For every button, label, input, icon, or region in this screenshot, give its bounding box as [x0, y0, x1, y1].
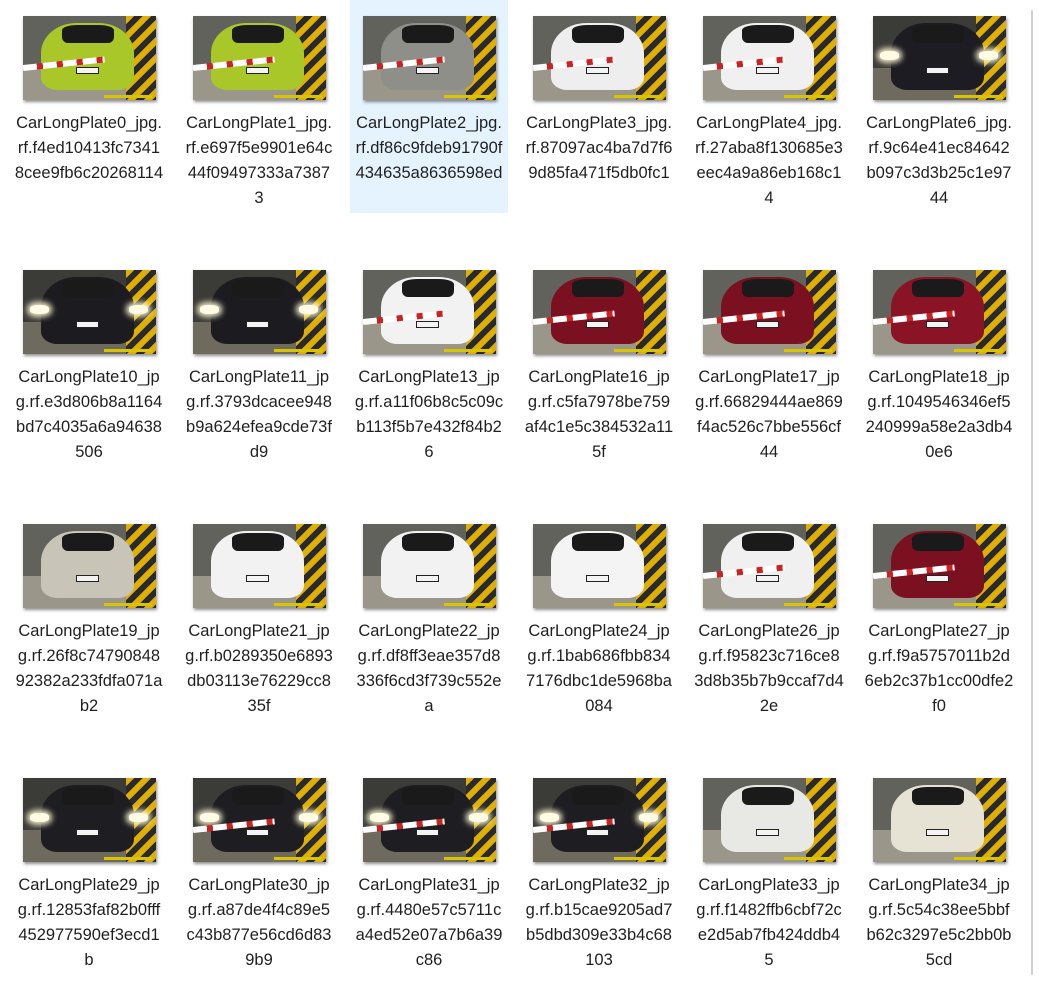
file-thumbnail [702, 778, 836, 862]
file-thumbnail [872, 778, 1006, 862]
file-item[interactable]: CarLongPlate17_jpg.rf.66829444ae869f4ac5… [690, 254, 848, 467]
file-item[interactable]: CarLongPlate31_jpg.rf.4480e57c5711ca4ed5… [350, 762, 508, 975]
file-thumbnail [362, 270, 496, 354]
file-item[interactable]: CarLongPlate24_jpg.rf.1bab686fbb8347176d… [520, 508, 678, 721]
file-thumbnail [872, 524, 1006, 608]
file-item[interactable]: CarLongPlate10_jpg.rf.e3d806b8a1164bd7c4… [10, 254, 168, 467]
file-thumbnail [192, 270, 326, 354]
file-item[interactable]: CarLongPlate26_jpg.rf.f95823c716ce83d8b3… [690, 508, 848, 721]
file-item[interactable]: CarLongPlate22_jpg.rf.df8ff3eae357d8336f… [350, 508, 508, 721]
file-item[interactable]: CarLongPlate13_jpg.rf.a11f06b8c5c09cb113… [350, 254, 508, 467]
vertical-scrollbar[interactable] [1025, 0, 1039, 987]
file-name: CarLongPlate13_jpg.rf.a11f06b8c5c09cb113… [354, 368, 504, 461]
file-name: CarLongPlate2_jpg.rf.df86c9fdeb91790f434… [355, 114, 503, 182]
file-item[interactable]: CarLongPlate0_jpg.rf.f4ed10413fc73418cee… [10, 0, 168, 213]
file-name: CarLongPlate21_jpg.rf.b0289350e6893db031… [185, 622, 333, 715]
file-thumbnail [192, 524, 326, 608]
file-name: CarLongPlate3_jpg.rf.87097ac4ba7d7f69d85… [525, 114, 673, 182]
file-thumbnail [192, 16, 326, 100]
file-item[interactable]: CarLongPlate2_jpg.rf.df86c9fdeb91790f434… [350, 0, 508, 213]
file-name: CarLongPlate30_jpg.rf.a87de4f4c89e5c43b8… [186, 876, 332, 969]
file-thumbnail [532, 16, 666, 100]
file-thumbnail [532, 778, 666, 862]
file-item[interactable]: CarLongPlate4_jpg.rf.27aba8f130685e3eec4… [690, 0, 848, 213]
file-grid: CarLongPlate0_jpg.rf.f4ed10413fc73418cee… [10, 0, 1018, 975]
file-thumbnail [192, 778, 326, 862]
file-name: CarLongPlate31_jpg.rf.4480e57c5711ca4ed5… [355, 876, 503, 969]
file-thumbnail [362, 16, 496, 100]
file-item[interactable]: CarLongPlate1_jpg.rf.e697f5e9901e64c44f0… [180, 0, 338, 213]
file-name: CarLongPlate16_jpg.rf.c5fa7978be759af4c1… [524, 368, 674, 461]
file-item[interactable]: CarLongPlate29_jpg.rf.12853faf82b0fff452… [10, 762, 168, 975]
file-item[interactable]: CarLongPlate19_jpg.rf.26f8c7479084892382… [10, 508, 168, 721]
file-name: CarLongPlate32_jpg.rf.b15cae9205ad7b5dbd… [525, 876, 673, 969]
file-name: CarLongPlate24_jpg.rf.1bab686fbb8347176d… [526, 622, 672, 715]
file-name: CarLongPlate26_jpg.rf.f95823c716ce83d8b3… [694, 622, 844, 715]
file-name: CarLongPlate27_jpg.rf.f9a5757011b2d6eb2c… [864, 622, 1014, 715]
file-name: CarLongPlate10_jpg.rf.e3d806b8a1164bd7c4… [15, 368, 163, 461]
file-name: CarLongPlate19_jpg.rf.26f8c7479084892382… [15, 622, 163, 715]
file-item[interactable]: CarLongPlate11_jpg.rf.3793dcacee948b9a62… [180, 254, 338, 467]
file-name: CarLongPlate22_jpg.rf.df8ff3eae357d8336f… [356, 622, 502, 715]
file-thumbnail [532, 270, 666, 354]
file-name: CarLongPlate0_jpg.rf.f4ed10413fc73418cee… [14, 114, 164, 182]
file-name: CarLongPlate6_jpg.rf.9c64e41ec84642b097c… [866, 114, 1012, 207]
file-thumbnail [362, 778, 496, 862]
file-name: CarLongPlate1_jpg.rf.e697f5e9901e64c44f0… [185, 114, 333, 207]
file-name: CarLongPlate11_jpg.rf.3793dcacee948b9a62… [186, 368, 332, 461]
file-item[interactable]: CarLongPlate34_jpg.rf.5c54c38ee5bbfb62c3… [860, 762, 1018, 975]
file-thumbnail [22, 270, 156, 354]
file-thumbnail [872, 270, 1006, 354]
file-thumbnail [702, 270, 836, 354]
file-item[interactable]: CarLongPlate6_jpg.rf.9c64e41ec84642b097c… [860, 0, 1018, 213]
file-item[interactable]: CarLongPlate27_jpg.rf.f9a5757011b2d6eb2c… [860, 508, 1018, 721]
file-item[interactable]: CarLongPlate18_jpg.rf.1049546346ef524099… [860, 254, 1018, 467]
file-name: CarLongPlate34_jpg.rf.5c54c38ee5bbfb62c3… [866, 876, 1012, 969]
file-thumbnail [22, 16, 156, 100]
file-thumbnail [702, 16, 836, 100]
file-item[interactable]: CarLongPlate32_jpg.rf.b15cae9205ad7b5dbd… [520, 762, 678, 975]
file-thumbnail [22, 524, 156, 608]
file-name: CarLongPlate33_jpg.rf.f1482ffb6cbf72ce2d… [696, 876, 842, 969]
file-item[interactable]: CarLongPlate16_jpg.rf.c5fa7978be759af4c1… [520, 254, 678, 467]
file-item[interactable]: CarLongPlate3_jpg.rf.87097ac4ba7d7f69d85… [520, 0, 678, 213]
file-thumbnail [22, 778, 156, 862]
file-name: CarLongPlate17_jpg.rf.66829444ae869f4ac5… [695, 368, 843, 461]
file-item[interactable]: CarLongPlate33_jpg.rf.f1482ffb6cbf72ce2d… [690, 762, 848, 975]
file-item[interactable]: CarLongPlate30_jpg.rf.a87de4f4c89e5c43b8… [180, 762, 338, 975]
file-name: CarLongPlate29_jpg.rf.12853faf82b0fff452… [17, 876, 161, 969]
file-thumbnail [362, 524, 496, 608]
file-name: CarLongPlate4_jpg.rf.27aba8f130685e3eec4… [695, 114, 843, 207]
file-thumbnail [532, 524, 666, 608]
scrollbar-track[interactable] [1031, 10, 1033, 975]
file-item[interactable]: CarLongPlate21_jpg.rf.b0289350e6893db031… [180, 508, 338, 721]
file-name: CarLongPlate18_jpg.rf.1049546346ef524099… [865, 368, 1013, 461]
file-thumbnail [872, 16, 1006, 100]
file-thumbnail [702, 524, 836, 608]
